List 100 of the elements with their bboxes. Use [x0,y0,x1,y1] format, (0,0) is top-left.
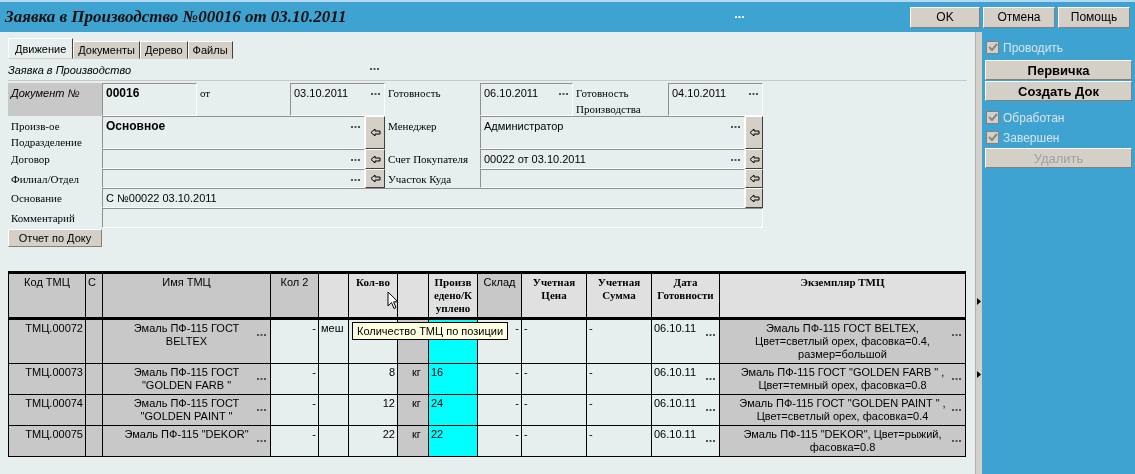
table-cell: 22 [431,428,444,440]
arrow-left-icon [369,154,381,164]
column-header[interactable]: Учетная Цена [521,272,587,319]
field-label: Филиал/Отдел [10,172,81,187]
table-cell: 12 [382,397,395,409]
tab[interactable]: Движение [8,38,74,59]
arrow-left-icon [748,174,760,183]
field-label: от [199,86,212,101]
table-cell: ТМЦ.00072 [25,322,83,334]
arrow-left-icon [748,128,760,137]
window-title: Заявка в Производство №00016 от 03.10.2011 [4,7,348,27]
select-button[interactable] [745,188,763,208]
input-field[interactable] [102,208,763,228]
input-field[interactable] [102,169,365,188]
tab[interactable]: Файлы [187,41,233,59]
table-cell: 06.10.11 [654,366,696,378]
table-cell: Эмаль ПФ-115 ГОСТ "GOLDEN PAINT " [133,397,240,422]
action-button[interactable]: Первичка [985,60,1132,80]
table-cell: кг [412,397,421,409]
form-caption: Заявка в Производство [8,63,133,76]
column-header[interactable]: Склад [477,272,522,319]
action-button[interactable]: Создать Док [985,81,1132,101]
dialog-button[interactable]: Помощь [1058,6,1130,28]
field-label: Произв-ое Подразделение [10,119,83,149]
table-cell: кг [412,366,421,378]
tab[interactable]: Дерево [139,41,188,59]
arrow-right-icon [977,298,981,305]
table-cell: 16 [431,366,444,378]
select-button[interactable] [745,149,763,169]
field-label: Договор [10,152,51,167]
column-header[interactable]: Имя ТМЦ [102,272,271,319]
dialog-button[interactable]: OK [910,6,980,28]
checkbox-label: Обработан [1003,110,1065,125]
arrow-right-icon [977,371,981,378]
table-cell: ТМЦ.00073 [25,366,83,378]
table-cell: - [312,322,316,334]
select-button[interactable] [745,116,763,149]
field-label: Комментарий [10,211,76,226]
column-header[interactable]: Кол-во [348,272,398,319]
select-button[interactable] [365,116,385,149]
column-header[interactable]: Учетная Сумма [586,272,652,319]
table-cell: 06.10.11 [654,397,696,409]
table-cell: Эмаль ПФ-115 ГОСТ "GOLDEN FARB " , Цвет=темный орех, фасовка=0.8 [740,366,945,391]
table-cell: - [589,366,593,378]
checkbox-label: Завершен [1003,130,1060,145]
column-header[interactable]: Кол 2 [270,272,319,319]
dialog-button[interactable]: Отмена [983,6,1055,28]
tab[interactable]: Документы [73,41,140,59]
table-cell: 8 [388,366,395,378]
field-label: Счет Покупателя [387,152,470,167]
table-cell: - [515,397,519,409]
input-field[interactable]: С №00022 03.10.2011 [102,188,745,208]
table-cell: - [312,366,316,378]
input-field[interactable] [480,169,745,188]
table-cell: 06.10.11 [654,428,696,440]
select-button[interactable] [365,149,385,169]
tooltip: Количество ТМЦ по позиции [352,322,509,340]
field-label: Готовность [387,86,442,101]
table-cell: - [524,428,528,440]
table-cell: - [312,397,316,409]
table-cell: Эмаль ПФ-115 ГОСТ "GOLDEN FARB " [133,366,240,391]
table-cell: Эмаль ПФ-115 ГОСТ BELTEX [133,322,240,347]
field-label: Участок Куда [387,172,453,187]
ellipsis-icon [370,68,379,71]
table-cell: - [515,322,519,334]
select-button[interactable] [745,169,763,188]
table-cell: - [524,397,528,409]
column-header[interactable]: Произв едено/К уплено [428,272,478,319]
table-cell: Эмаль ПФ-115 ГОСТ "GOLDEN PAINT " , Цвет=светлый орех, фасовка=0.4 [739,397,946,422]
arrow-left-icon [369,174,381,183]
column-header[interactable]: Код ТМЦ [8,272,86,319]
field-label: Основание [10,191,63,206]
report-button[interactable]: Отчет по Доку [8,229,102,247]
table-cell: - [515,366,519,378]
table-cell: 22 [382,428,395,440]
input-field[interactable]: 06.10.2011 [480,83,573,116]
checkbox-label: Проводить [1003,40,1064,55]
table-cell: 06.10.11 [654,322,696,334]
table-cell: ТМЦ.00074 [25,397,83,409]
column-header[interactable]: Экземпляр ТМЦ [719,272,966,319]
input-field[interactable] [102,149,365,169]
column-header[interactable]: Дата Готовности [651,272,720,319]
table-cell: ТМЦ.00075 [25,428,83,440]
input-field[interactable]: 00022 от 03.10.2011 [480,149,745,169]
field-label: Документ № [8,83,102,116]
ellipsis-icon [735,15,744,19]
select-button[interactable] [365,169,385,188]
input-field[interactable]: 03.10.2011 [290,83,385,116]
input-field[interactable]: Основное [102,116,365,149]
table-cell: - [524,366,528,378]
table-cell: кг [412,428,421,440]
table-cell: - [589,397,593,409]
input-field[interactable]: Администратор [480,116,745,149]
arrow-left-icon [748,154,760,164]
table-cell: - [589,428,593,440]
input-field[interactable]: 04.10.2011 [668,83,763,116]
field-label: Менеджер [387,119,438,134]
table-cell: Эмаль ПФ-115 "DEKOR", Цвет=рыжий, фасовка=0.8 [743,428,942,453]
table-cell: - [515,428,519,440]
input-field[interactable]: 00016 [102,83,197,116]
